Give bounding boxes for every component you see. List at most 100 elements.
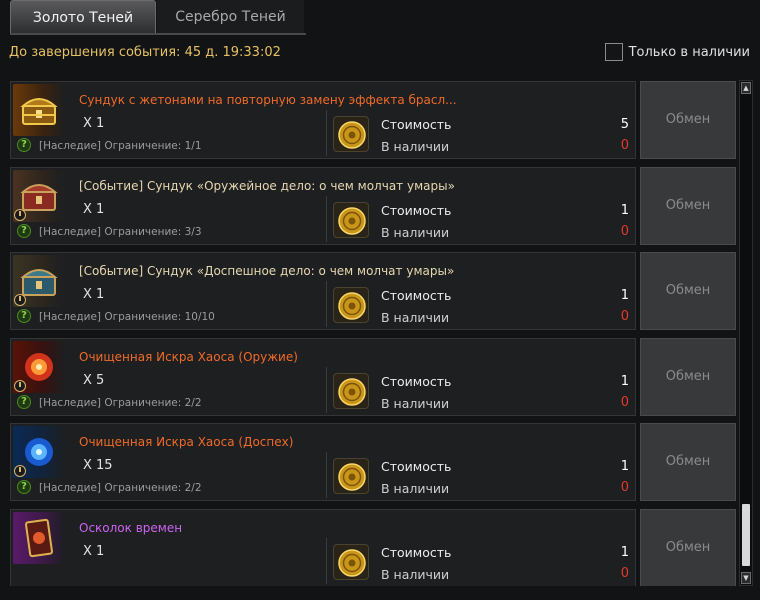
item-name: [Событие] Сундук «Доспешное дело: о чем … — [79, 264, 455, 278]
exchange-button[interactable]: Обмен — [640, 81, 736, 159]
blue-spark-icon — [19, 432, 59, 472]
scroll-thumb[interactable] — [742, 504, 750, 566]
divider — [326, 452, 327, 498]
item-panel: Осколок времен X 1 Стоимость В наличии 1 0 — [10, 508, 636, 586]
divider — [326, 281, 327, 327]
clock-icon — [14, 294, 26, 306]
cost-label: Стоимость — [381, 459, 452, 474]
item-thumbnail[interactable] — [13, 255, 65, 307]
exchange-list: Сундук с жетонами на повторную замену эф… — [10, 80, 736, 586]
item-thumbnail[interactable] — [13, 169, 65, 222]
divider — [326, 195, 327, 242]
blue-chest-icon — [19, 261, 59, 301]
currency-slot[interactable] — [333, 116, 369, 152]
scroll-up-button[interactable]: ▲ — [741, 82, 751, 94]
red-chest-icon — [19, 176, 59, 216]
item-name: Очищенная Искра Хаоса (Доспех) — [79, 435, 294, 449]
red-spark-icon — [19, 347, 59, 387]
cost-label: Стоимость — [381, 373, 452, 389]
item-panel: Сундук с жетонами на повторную замену эф… — [10, 81, 636, 159]
gold-chest-icon — [19, 90, 59, 130]
have-value: 0 — [620, 480, 629, 495]
exchange-row: Очищенная Искра Хаоса (Доспех) X 15? [Насл… — [10, 423, 736, 501]
have-label: В наличии — [381, 395, 450, 411]
shadow-gold-coin-icon — [338, 548, 366, 577]
item-quantity: X 1 — [83, 543, 105, 559]
item-quantity: X 1 — [83, 116, 105, 131]
tabs-divider — [10, 33, 306, 35]
item-thumbnail[interactable] — [13, 426, 65, 478]
item-thumbnail[interactable] — [13, 511, 65, 564]
item-panel: [Событие] Сундук «Оружейное дело: о чем … — [10, 166, 636, 245]
shadow-gold-coin-icon — [338, 292, 366, 320]
help-icon[interactable]: ? — [17, 138, 31, 152]
item-name: Сундук с жетонами на повторную замену эф… — [79, 93, 457, 107]
currency-slot[interactable] — [333, 543, 369, 580]
in-stock-label: Только в наличии — [628, 44, 750, 60]
currency-slot[interactable] — [333, 287, 369, 323]
cost-value: 1 — [620, 373, 629, 389]
shadow-gold-coin-icon — [338, 463, 366, 491]
currency-tabs: Золото Теней Серебро Теней — [0, 0, 760, 35]
item-name: [Событие] Сундук «Оружейное дело: о чем … — [79, 178, 455, 193]
in-stock-filter[interactable]: Только в наличии — [604, 42, 750, 62]
have-label: В наличии — [381, 481, 450, 496]
exchange-row: Осколок времен X 1 Стоимость В наличии 1 0 Обм… — [10, 508, 736, 586]
have-label: В наличии — [381, 310, 450, 325]
have-value: 0 — [620, 223, 629, 239]
item-thumbnail[interactable] — [13, 340, 65, 393]
divider — [326, 366, 327, 413]
have-value: 0 — [620, 138, 629, 153]
shadow-gold-coin-icon — [338, 121, 366, 149]
cost-value: 5 — [620, 117, 629, 132]
help-icon[interactable]: ? — [17, 480, 31, 494]
scrollbar[interactable]: ▲ ▼ — [739, 80, 753, 586]
event-timer: До завершения события: 45 д. 19:33:02 — [9, 45, 281, 60]
currency-slot[interactable] — [333, 372, 369, 409]
item-thumbnail[interactable] — [13, 84, 65, 136]
have-value: 0 — [620, 565, 629, 581]
time-card-icon — [19, 518, 59, 558]
divider — [326, 537, 327, 584]
cost-value: 1 — [620, 459, 629, 474]
cost-label: Стоимость — [381, 544, 452, 560]
exchange-row: Сундук с жетонами на повторную замену эф… — [10, 81, 736, 159]
help-icon[interactable]: ? — [17, 309, 31, 323]
exchange-button[interactable]: Обмен — [640, 423, 736, 501]
cost-label: Стоимость — [381, 202, 452, 218]
tab-shadow-gold[interactable]: Золото Теней — [10, 0, 156, 34]
tab-shadow-silver[interactable]: Серебро Теней — [157, 0, 304, 34]
clock-icon — [14, 465, 26, 477]
clock-icon — [14, 208, 26, 221]
exchange-button[interactable]: Обмен — [640, 337, 736, 416]
cost-label: Стоимость — [381, 288, 452, 303]
cost-value: 1 — [620, 288, 629, 303]
help-icon[interactable]: ? — [17, 223, 31, 238]
currency-slot[interactable] — [333, 458, 369, 494]
exchange-button[interactable]: Обмен — [640, 508, 736, 586]
item-quantity: X 1 — [83, 287, 105, 302]
item-limit: [Наследие] Ограничение: 10/10 — [39, 311, 215, 323]
item-name: Осколок времен — [79, 520, 183, 535]
item-limit: [Наследие] Ограничение: 3/3 — [39, 225, 202, 238]
have-label: В наличии — [381, 139, 450, 154]
have-value: 0 — [620, 394, 629, 410]
exchange-button[interactable]: Обмен — [640, 166, 736, 245]
item-panel: [Событие] Сундук «Доспешное дело: о чем … — [10, 252, 636, 330]
item-quantity: X 5 — [83, 372, 105, 388]
exchange-row: [Событие] Сундук «Доспешное дело: о чем … — [10, 252, 736, 330]
scroll-down-button[interactable]: ▼ — [741, 572, 751, 584]
have-label: В наличии — [381, 566, 450, 582]
cost-value: 1 — [620, 202, 629, 218]
in-stock-checkbox[interactable] — [604, 43, 623, 61]
have-value: 0 — [620, 309, 629, 324]
cost-label: Стоимость — [381, 117, 452, 132]
currency-slot[interactable] — [333, 201, 369, 238]
item-quantity: X 15 — [83, 458, 113, 473]
have-label: В наличии — [381, 224, 450, 240]
item-quantity: X 1 — [83, 201, 105, 217]
divider — [326, 110, 327, 156]
exchange-button[interactable]: Обмен — [640, 252, 736, 330]
help-icon[interactable]: ? — [17, 394, 31, 409]
clock-icon — [14, 379, 26, 392]
